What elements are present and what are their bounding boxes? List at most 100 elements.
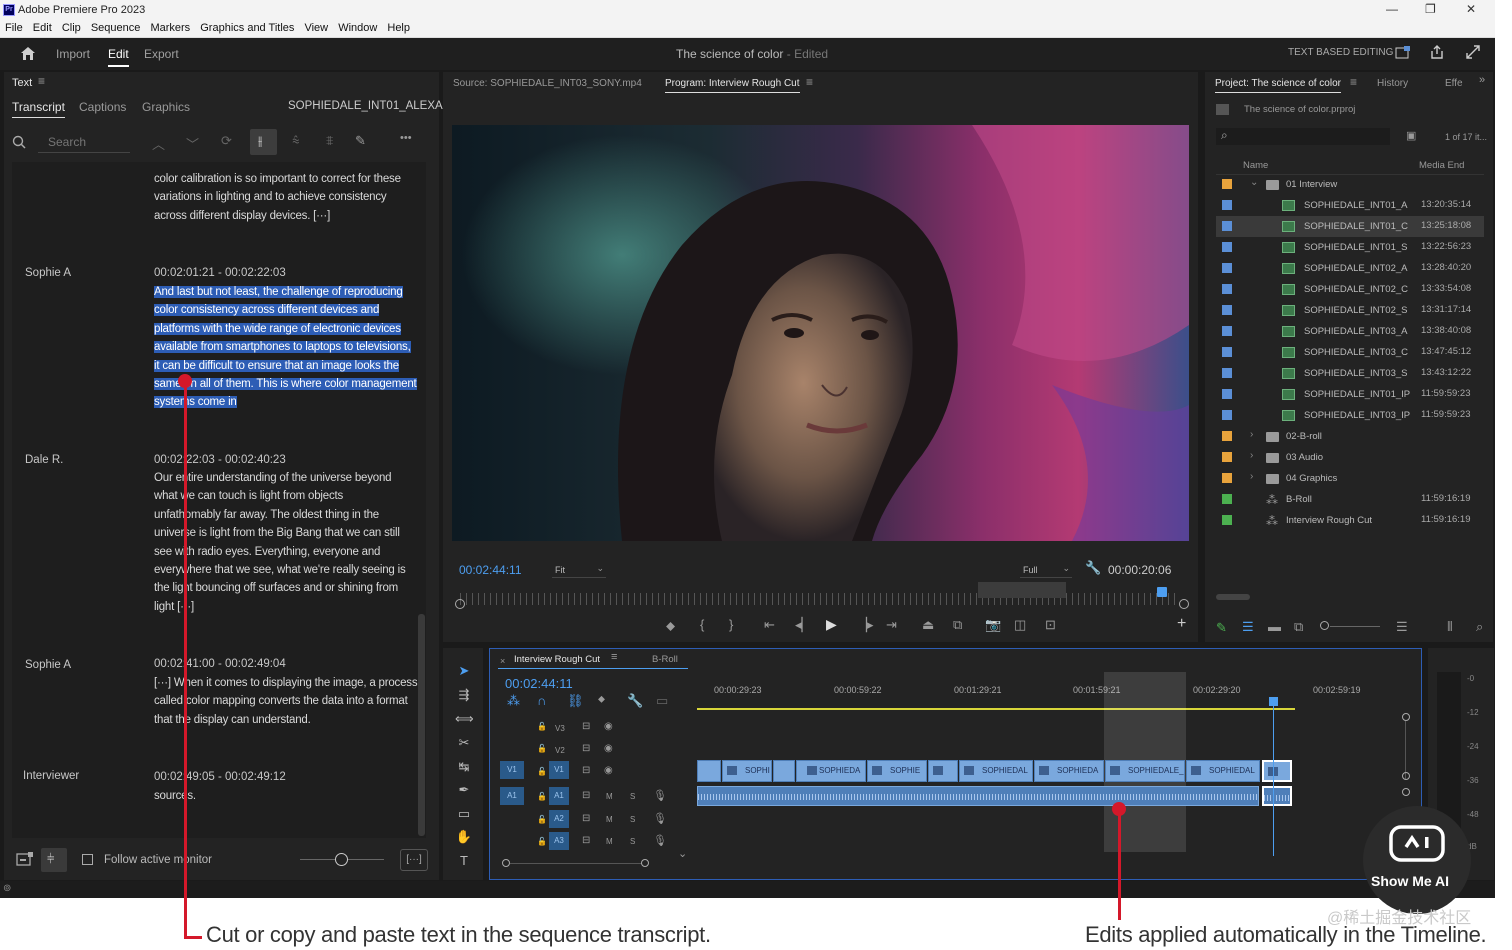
write-enabled-pencil-icon[interactable]: ✎	[1216, 620, 1227, 636]
eye-icon[interactable]: ◉	[604, 765, 613, 776]
project-row[interactable]: ⁂ B-Roll 11:59:16:19	[1216, 489, 1484, 510]
project-row[interactable]: SOPHIEDALE_INT03_S 13:43:12:22	[1216, 363, 1484, 384]
track-a1-label[interactable]: A1	[549, 787, 569, 805]
timeline-settings-wrench-icon[interactable]: 🔧	[627, 693, 643, 709]
minimize-button[interactable]: —	[1386, 2, 1398, 16]
microphone-icon[interactable]: 🎙	[653, 834, 667, 847]
zoom-slider-handle[interactable]	[335, 853, 348, 866]
playback-resolution-dropdown[interactable]: Full ⌄	[1020, 562, 1072, 578]
solo-button[interactable]: S	[630, 792, 635, 801]
menu-edit[interactable]: Edit	[33, 20, 52, 37]
tab-import[interactable]: Import	[56, 47, 90, 61]
label-color-swatch[interactable]	[1222, 200, 1232, 210]
menu-sequence[interactable]: Sequence	[91, 20, 141, 37]
sync-lock-icon[interactable]: ⊟	[582, 790, 590, 801]
tab-graphics[interactable]: Graphics	[142, 100, 190, 114]
transcript-block-3[interactable]: [···] When it comes to displaying the im…	[154, 674, 418, 729]
close-sequence-icon[interactable]: ×	[500, 656, 505, 666]
tab-history[interactable]: History	[1377, 78, 1408, 89]
thumbnail-size-slider[interactable]	[1330, 626, 1380, 627]
share-icon[interactable]	[1429, 44, 1445, 60]
label-color-swatch[interactable]	[1222, 431, 1232, 441]
track-a2-label[interactable]: A2	[549, 810, 569, 828]
project-row[interactable]: SOPHIEDALE_INT03_C 13:47:45:12	[1216, 342, 1484, 363]
snap-magnet-icon[interactable]: ∩	[537, 693, 546, 708]
zoom-left-handle[interactable]	[455, 599, 465, 609]
chevron-right-icon[interactable]: ›	[1250, 450, 1253, 461]
track-a3-label[interactable]: A3	[549, 832, 569, 850]
label-color-swatch[interactable]	[1222, 284, 1232, 294]
tab-edit[interactable]: Edit	[108, 47, 129, 67]
label-color-swatch[interactable]	[1222, 410, 1232, 420]
program-playhead[interactable]	[1156, 587, 1167, 597]
project-row[interactable]: SOPHIEDALE_INT02_S 13:31:17:14	[1216, 300, 1484, 321]
ellipsis-button[interactable]: [···]	[400, 849, 428, 871]
quick-export-icon[interactable]	[1395, 46, 1411, 60]
type-tool-icon[interactable]: T	[455, 853, 473, 868]
split-segment-button[interactable]: ⫲	[250, 129, 277, 155]
fullscreen-icon[interactable]	[1466, 45, 1480, 59]
home-icon[interactable]	[20, 46, 36, 61]
captions-toggle-icon[interactable]: ▭	[656, 693, 668, 709]
automate-to-sequence-icon[interactable]: ⦀	[1447, 619, 1453, 635]
program-time-ruler[interactable]	[460, 593, 1180, 605]
tab-transcript[interactable]: Transcript	[12, 100, 65, 118]
selection-tool-icon[interactable]: ➤	[455, 663, 473, 679]
label-color-swatch[interactable]	[1222, 368, 1232, 378]
chevron-down-icon[interactable]: ﹀	[186, 134, 199, 153]
project-row[interactable]: › 03 Audio	[1216, 447, 1484, 468]
chevron-right-icon[interactable]: ›	[1250, 429, 1253, 440]
timeline-timecode[interactable]: 00:02:44:11	[505, 676, 573, 691]
eye-icon[interactable]: ◉	[604, 743, 613, 754]
h-scroll-track[interactable]	[510, 863, 642, 864]
fit-dropdown[interactable]: Fit ⌄	[552, 562, 606, 578]
transcript-search-input[interactable]	[38, 131, 130, 153]
lock-icon[interactable]: 🔓	[537, 767, 547, 776]
more-options-icon[interactable]: •••	[400, 132, 412, 144]
project-search-input[interactable]: ⌕	[1216, 128, 1390, 145]
lock-icon[interactable]: 🔓	[537, 744, 547, 753]
ripple-edit-tool-icon[interactable]: ⟺	[455, 711, 474, 727]
work-area-bar[interactable]	[697, 708, 1295, 710]
label-color-swatch[interactable]	[1222, 347, 1232, 357]
solo-button[interactable]: S	[630, 815, 635, 824]
video-clip[interactable]: SOPHIE	[867, 760, 927, 782]
comparison-view-icon[interactable]: ◫	[1014, 617, 1026, 633]
transcript-block-0[interactable]: color calibration is so important to cor…	[154, 170, 401, 225]
menu-help[interactable]: Help	[387, 20, 410, 37]
slip-tool-icon[interactable]: ↹	[455, 759, 473, 775]
razor-tool-icon[interactable]: ✂	[455, 735, 473, 751]
label-color-swatch[interactable]	[1222, 305, 1232, 315]
video-clip[interactable]: SOPHIEDALE_	[1105, 760, 1185, 782]
project-row[interactable]: SOPHIEDALE_INT03_IP 11:59:59:23	[1216, 405, 1484, 426]
add-marker-icon[interactable]: ⬥	[666, 618, 675, 634]
new-search-bin-icon[interactable]: ▣	[1406, 129, 1416, 142]
label-color-swatch[interactable]	[1222, 179, 1232, 189]
tab-sequence-interview[interactable]: Interview Rough Cut	[514, 654, 600, 665]
chevron-down-icon[interactable]: ⌄	[678, 847, 687, 860]
follow-active-monitor-checkbox[interactable]	[82, 854, 93, 865]
menu-file[interactable]: File	[5, 20, 23, 37]
export-frame-camera-icon[interactable]: 📷	[985, 617, 1001, 633]
label-color-swatch[interactable]	[1222, 515, 1232, 525]
label-color-swatch[interactable]	[1222, 242, 1232, 252]
thumbnail-size-handle[interactable]	[1320, 621, 1329, 630]
project-row[interactable]: ⌄ 01 Interview	[1216, 174, 1484, 195]
speaker-label[interactable]: Sophie A	[25, 659, 71, 671]
project-row[interactable]: SOPHIEDALE_INT01_IP 11:59:59:23	[1216, 384, 1484, 405]
track-v3-label[interactable]: V3	[555, 724, 565, 733]
speaker-label[interactable]: Interviewer	[23, 770, 79, 782]
project-row[interactable]: SOPHIEDALE_INT03_A 13:38:40:08	[1216, 321, 1484, 342]
mute-button[interactable]: M	[606, 815, 613, 824]
track-v2-label[interactable]: V2	[555, 746, 565, 755]
tab-effects[interactable]: Effe	[1445, 78, 1463, 89]
tab-captions[interactable]: Captions	[79, 100, 126, 114]
tab-project[interactable]: Project: The science of color	[1215, 78, 1341, 93]
track-select-tool-icon[interactable]: ⇶	[455, 687, 473, 703]
video-clip[interactable]	[697, 760, 721, 782]
label-color-swatch[interactable]	[1222, 221, 1232, 231]
project-row[interactable]: › 04 Graphics	[1216, 468, 1484, 489]
panel-overflow-icon[interactable]: »	[1479, 74, 1485, 86]
v-scroll-track[interactable]	[1405, 721, 1406, 779]
h-zoom-handle-right[interactable]	[641, 859, 649, 867]
